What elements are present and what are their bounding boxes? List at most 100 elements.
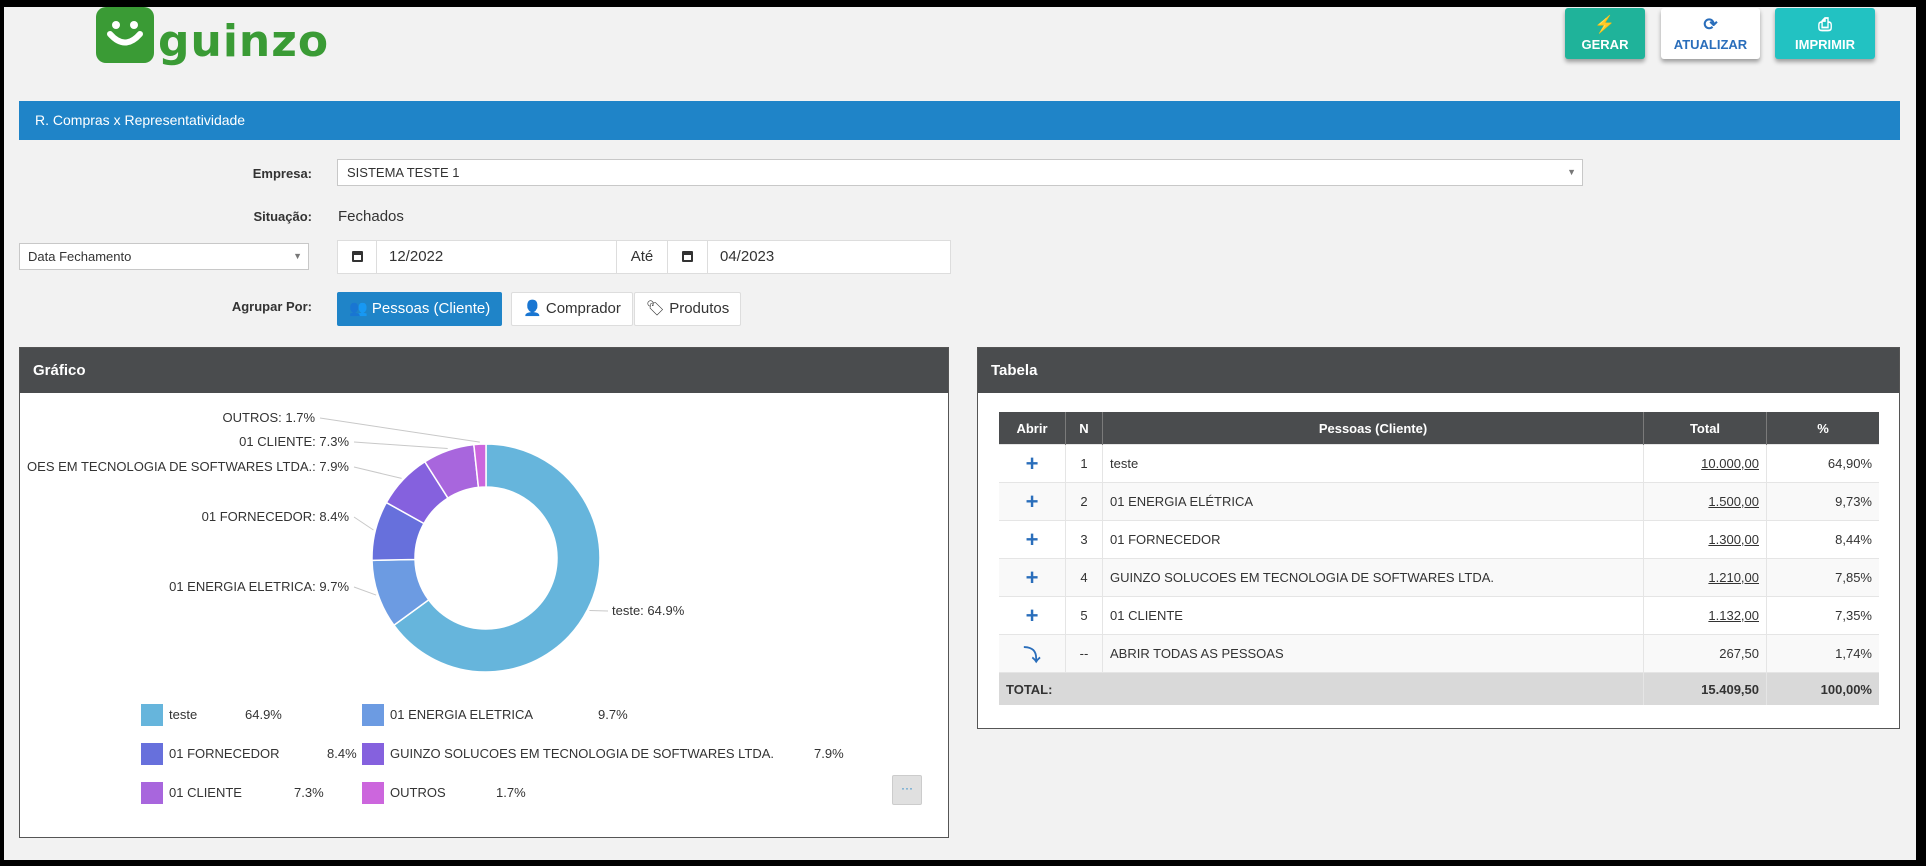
legend-swatch bbox=[362, 704, 384, 726]
bolt-icon: ⚡ bbox=[1594, 15, 1616, 34]
gerar-label: GERAR bbox=[1581, 37, 1629, 52]
row-total-link[interactable]: 1.500,00 bbox=[1708, 494, 1759, 509]
slice-label-line bbox=[353, 586, 377, 596]
row-total-link[interactable]: 1.300,00 bbox=[1708, 532, 1759, 547]
slice-label: teste: 64.9% bbox=[612, 603, 685, 618]
slice-label: 01 ENERGIA ELETRICA: 9.7% bbox=[169, 579, 349, 594]
row-name: GUINZO SOLUCOES EM TECNOLOGIA DE SOFTWAR… bbox=[1102, 558, 1644, 597]
date-from-input[interactable]: 12/2022 bbox=[376, 241, 616, 273]
legend-name: 01 ENERGIA ELETRICA bbox=[390, 707, 534, 722]
row-name: 01 FORNECEDOR bbox=[1102, 520, 1644, 559]
row-pct: 64,90% bbox=[1766, 444, 1879, 483]
open-all-label[interactable]: ABRIR TODAS AS PESSOAS bbox=[1102, 634, 1644, 673]
header-n: N bbox=[1065, 412, 1103, 445]
total-label: TOTAL: bbox=[999, 672, 1644, 705]
legend-pct: 9.7% bbox=[598, 707, 628, 722]
row-total-link[interactable]: 1.210,00 bbox=[1708, 570, 1759, 585]
total-pct: 100,00% bbox=[1766, 672, 1879, 705]
row-name: teste bbox=[1102, 444, 1644, 483]
slice-label: 01 FORNECEDOR: 8.4% bbox=[202, 509, 350, 524]
legend-pct: 1.7% bbox=[496, 785, 526, 800]
app-window: guinzo ⚡ GERAR ⟳ ATUALIZAR ⎙ IMPRIMIR R.… bbox=[4, 7, 1916, 860]
chevron-down-icon: ▼ bbox=[1567, 167, 1576, 177]
expand-plus-icon[interactable]: + bbox=[1026, 489, 1039, 514]
expand-plus-icon[interactable]: + bbox=[1026, 527, 1039, 552]
report-title-bar: R. Compras x Representatividade bbox=[19, 101, 1900, 140]
table-row: + 2 01 ENERGIA ELÉTRICA 1.500,00 9,73% bbox=[999, 482, 1879, 521]
header-pct: % bbox=[1766, 412, 1879, 445]
table-row: + 4 GUINZO SOLUCOES EM TECNOLOGIA DE SOF… bbox=[999, 558, 1879, 597]
legend-swatch bbox=[362, 782, 384, 804]
legend-name: 01 CLIENTE bbox=[169, 785, 242, 800]
refresh-icon: ⟳ bbox=[1703, 15, 1718, 34]
date-range: 12/2022 Até 04/2023 bbox=[337, 240, 951, 274]
legend-swatch bbox=[141, 782, 163, 804]
chart-panel-title: Gráfico bbox=[20, 348, 948, 393]
row-n: 5 bbox=[1065, 596, 1103, 635]
empresa-label: Empresa: bbox=[252, 166, 312, 181]
calendar-from-icon bbox=[338, 241, 376, 273]
report-title: R. Compras x Representatividade bbox=[35, 112, 246, 128]
expand-plus-icon[interactable]: + bbox=[1026, 565, 1039, 590]
legend-swatch bbox=[141, 743, 163, 765]
date-field-select[interactable]: Data Fechamento ▼ bbox=[19, 243, 309, 270]
donut-chart: teste: 64.9% 01 ENERGIA ELETRICA: 9.7% 01 … bbox=[27, 410, 685, 673]
smile-logo-icon bbox=[96, 7, 154, 63]
date-to-input[interactable]: 04/2023 bbox=[707, 241, 950, 273]
row-name: 01 CLIENTE bbox=[1102, 596, 1644, 635]
row-n: 3 bbox=[1065, 520, 1103, 559]
arrow-down-icon[interactable]: ⤵ bbox=[1024, 646, 1041, 665]
total-value: 15.409,50 bbox=[1643, 672, 1767, 705]
group-produtos-button[interactable]: 🏷 Produtos bbox=[634, 292, 742, 326]
imprimir-button[interactable]: ⎙ IMPRIMIR bbox=[1775, 8, 1875, 59]
situacao-label: Situação: bbox=[253, 209, 312, 224]
expand-plus-icon[interactable]: + bbox=[1026, 603, 1039, 628]
row-n: 1 bbox=[1065, 444, 1103, 483]
atualizar-button[interactable]: ⟳ ATUALIZAR bbox=[1661, 8, 1760, 59]
imprimir-label: IMPRIMIR bbox=[1795, 37, 1855, 52]
guinzo-logo: guinzo bbox=[96, 7, 330, 73]
legend-pct: 8.4% bbox=[327, 746, 357, 761]
tag-icon: 🏷 bbox=[646, 300, 666, 317]
legend-name: teste bbox=[169, 707, 198, 722]
row-pct: 7,85% bbox=[1766, 558, 1879, 597]
table-panel-title: Tabela bbox=[978, 348, 1899, 393]
expand-plus-icon[interactable]: + bbox=[1026, 451, 1039, 476]
open-all-n: -- bbox=[1065, 634, 1103, 673]
print-icon: ⎙ bbox=[1818, 15, 1832, 34]
legend-name: OUTROS bbox=[390, 785, 446, 800]
brand-name: guinzo bbox=[158, 16, 330, 67]
table-header-row: Abrir N Pessoas (Cliente) Total % bbox=[999, 412, 1879, 445]
table-row: + 5 01 CLIENTE 1.132,00 7,35% bbox=[999, 596, 1879, 635]
row-name: 01 ENERGIA ELÉTRICA bbox=[1102, 482, 1644, 521]
table-row: + 3 01 FORNECEDOR 1.300,00 8,44% bbox=[999, 520, 1879, 559]
row-pct: 8,44% bbox=[1766, 520, 1879, 559]
slice-label: OUTROS: 1.7% bbox=[223, 410, 316, 425]
chevron-down-icon: ▼ bbox=[293, 251, 302, 261]
slice-label: 01 CLIENTE: 7.3% bbox=[239, 434, 349, 449]
slice-label-line bbox=[353, 466, 402, 479]
slice-label-line bbox=[353, 516, 374, 531]
header-pessoas: Pessoas (Cliente) bbox=[1102, 412, 1644, 445]
slice-label: OES EM TECNOLOGIA DE SOFTWARES LTDA.: 7.… bbox=[27, 459, 349, 474]
legend-name: GUINZO SOLUCOES EM TECNOLOGIA DE SOFTWAR… bbox=[390, 746, 775, 761]
empresa-select[interactable]: SISTEMA TESTE 1 ▼ bbox=[337, 159, 1583, 186]
gerar-button[interactable]: ⚡ GERAR bbox=[1565, 8, 1645, 59]
date-field-value: Data Fechamento bbox=[28, 249, 132, 264]
slice-label-line bbox=[353, 441, 448, 450]
data-table: Abrir N Pessoas (Cliente) Total % + 1 te… bbox=[999, 412, 1879, 705]
total-row: TOTAL: 15.409,50 100,00% bbox=[999, 672, 1879, 705]
row-total-link[interactable]: 1.132,00 bbox=[1708, 608, 1759, 623]
group-comprador-button[interactable]: 👤 Comprador bbox=[511, 292, 633, 326]
chart-panel: Gráfico teste: 64.9% 01 ENERGIA ELETRICA:… bbox=[19, 347, 949, 838]
legend-name: 01 FORNECEDOR bbox=[169, 746, 280, 761]
row-total-link[interactable]: 10.000,00 bbox=[1701, 456, 1759, 471]
group-pessoas-button[interactable]: 👥 Pessoas (Cliente) bbox=[337, 292, 503, 326]
calendar-to-icon bbox=[667, 241, 707, 273]
atualizar-label: ATUALIZAR bbox=[1673, 37, 1748, 52]
table-panel: Tabela Abrir N Pessoas (Cliente) Total %… bbox=[977, 347, 1900, 729]
situacao-value: Fechados bbox=[338, 208, 404, 225]
header-total: Total bbox=[1643, 412, 1767, 445]
more-options-button[interactable]: ··· bbox=[892, 775, 922, 805]
open-all-row: ⤵ -- ABRIR TODAS AS PESSOAS 267,50 1,74% bbox=[999, 634, 1879, 673]
